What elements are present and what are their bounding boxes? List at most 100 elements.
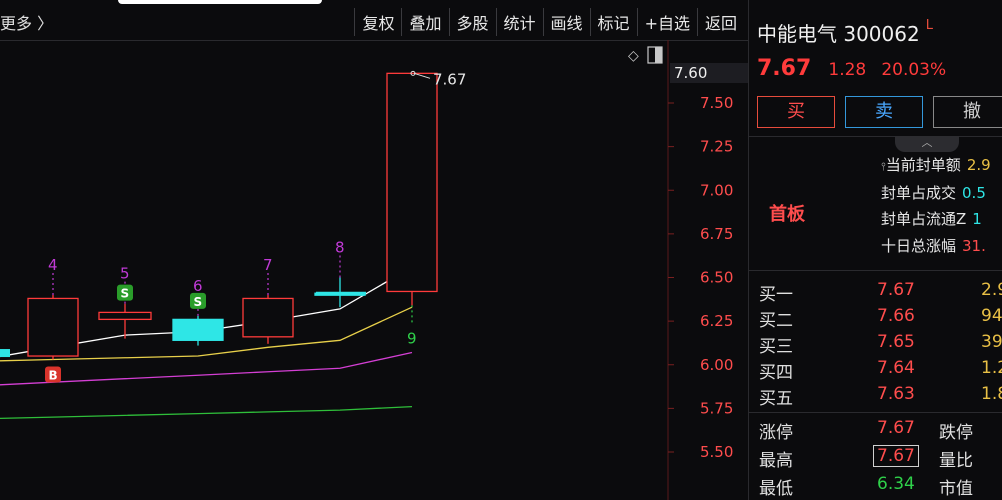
price-change: 1.28 — [828, 60, 867, 80]
bid-volume: 39.4 — [981, 332, 1002, 352]
bid-label: 买四 — [759, 363, 793, 383]
day-label: 6 — [193, 277, 203, 295]
cancel-order-button[interactable]: 撤 — [933, 96, 1002, 128]
percent-change: 20.03% — [881, 60, 947, 80]
draw-line-button[interactable]: 画线 — [542, 8, 590, 36]
y-axis-tick-label: 5.50 — [700, 443, 733, 461]
stock-name-code: 中能电气 300062 — [757, 22, 920, 46]
back-button[interactable]: 返回 — [696, 8, 744, 36]
seal-value: 0.5 — [962, 184, 986, 202]
add-watchlist-button[interactable]: +自选 — [636, 8, 697, 36]
bid-label: 买一 — [759, 285, 793, 305]
y-axis-tick-label: 7.25 — [700, 138, 733, 156]
bid-row[interactable]: 买二 7.66 94.1 — [759, 306, 1002, 331]
bid-volume: 1.2 — [981, 358, 1002, 378]
stat-label-2: 量比 — [939, 451, 973, 471]
y-axis-tick-label: 5.75 — [700, 399, 733, 417]
ma60-line — [0, 405, 413, 420]
candle-body[interactable] — [98, 311, 152, 321]
day-label: 5 — [120, 265, 130, 283]
bid-price: 7.64 — [877, 358, 915, 378]
toolbar-buttons: 复权 叠加 多股 统计 画线 标记 +自选 返回 — [354, 8, 744, 36]
y-axis-tick-label: 7.50 — [700, 94, 733, 112]
stat-label: 最低 — [759, 479, 793, 499]
bid-row[interactable]: 买一 7.67 2.9 — [759, 280, 1002, 305]
bid-price: 7.63 — [877, 384, 915, 404]
seal-value: 1 — [972, 210, 982, 228]
limit-up-row: 涨停 7.67 跌停 — [759, 418, 973, 443]
active-tab-indicator — [118, 0, 322, 4]
order-book — [749, 270, 1002, 271]
y-axis-tick-label: 6.75 — [700, 225, 733, 243]
bid-row[interactable]: 买五 7.63 1.8 — [759, 384, 1002, 409]
candle-body[interactable] — [27, 297, 79, 357]
bid-price: 7.65 — [877, 332, 915, 352]
sell-button[interactable]: 卖 — [845, 96, 923, 128]
stat-value: 6.34 — [877, 474, 915, 494]
bid-label: 买二 — [759, 311, 793, 331]
seal-label: 封单占成交 — [881, 184, 957, 202]
quote-panel: 中能电气 300062 L 7.67 1.28 20.03% 买 卖 撤 ︿ 首板… — [748, 0, 1002, 500]
seal-value: 31. — [962, 237, 986, 255]
high-annotation-label: 7.67 — [433, 70, 466, 88]
sell-signal-badge[interactable]: S — [194, 295, 203, 309]
bid-row[interactable]: 买四 7.64 1.2 — [759, 358, 1002, 383]
chart-toolbar: 更多 〉 复权 叠加 多股 统计 画线 标记 +自选 返回 — [0, 0, 748, 41]
seal-value: 2.9 — [966, 156, 991, 174]
bid-price: 7.67 — [877, 280, 915, 300]
y-axis-tick-label: 6.25 — [700, 312, 733, 330]
collapse-handle-icon[interactable]: ︿ — [895, 136, 959, 152]
stat-label: 涨停 — [759, 423, 793, 443]
sell-signal-badge[interactable]: S — [121, 287, 130, 301]
bid-label: 买三 — [759, 337, 793, 357]
bid-price: 7.66 — [877, 306, 915, 326]
y-axis-tick-label: 6.00 — [700, 356, 733, 374]
buy-button[interactable]: 买 — [757, 96, 835, 128]
diamond-icon[interactable]: ◇ — [628, 48, 639, 64]
stock-title: 中能电气 300062 L — [757, 18, 933, 47]
stat-label: 最高 — [759, 451, 793, 471]
day-label: 4 — [48, 256, 58, 274]
seal-vs-float-row: 封单占流通Z 1 — [881, 208, 982, 229]
candle-body[interactable] — [0, 349, 10, 358]
price-cursor-label: 7.60 — [674, 64, 707, 82]
ma20-line — [0, 351, 413, 386]
y-axis-tick-label: 6.50 — [700, 269, 733, 287]
candle-body[interactable] — [172, 318, 224, 341]
multi-stock-button[interactable]: 多股 — [448, 8, 496, 36]
last-price: 7.67 — [757, 56, 812, 81]
day-label: 8 — [335, 239, 345, 257]
kline-chart[interactable]: 4 5 6 7 8 9 B S S 7.67 7.50 7.25 7.00 6.75 6.50 6.25 6.… — [0, 40, 748, 500]
board-type-label: 首板 — [769, 204, 805, 225]
stat-value-box: 7.67 — [873, 445, 919, 467]
bid-label: 买五 — [759, 389, 793, 409]
seal-label: 封单占流通Z — [881, 210, 967, 228]
bid-volume: 2.9 — [981, 280, 1002, 300]
stat-value: 7.67 — [877, 418, 915, 438]
low-row: 最低 6.34 市值 — [759, 474, 973, 499]
mark-button[interactable]: 标记 — [589, 8, 637, 36]
statistics-button[interactable]: 统计 — [495, 8, 543, 36]
bid-volume: 94.1 — [981, 306, 1002, 326]
flag-badge: L — [925, 18, 933, 33]
candle-body[interactable] — [386, 72, 438, 293]
seal-amount-row: ⫯当前封单额 2.9 — [881, 154, 991, 175]
more-menu[interactable]: 更多 〉 — [0, 10, 53, 34]
overlay-button[interactable]: 叠加 — [401, 8, 448, 36]
bid-volume: 1.8 — [981, 384, 1002, 404]
day-label: 9 — [407, 329, 417, 347]
adjust-button[interactable]: 复权 — [354, 8, 401, 36]
ten-day-gain-row: 十日总涨幅 31. — [881, 235, 986, 256]
stat-value: 7.67 — [873, 445, 919, 467]
y-axis-tick-label: 7.00 — [700, 181, 733, 199]
seal-vs-turnover-row: 封单占成交 0.5 — [881, 182, 986, 203]
seal-label: 当前封单额 — [885, 156, 961, 174]
candle-body[interactable] — [242, 297, 294, 338]
stat-label-2: 市值 — [939, 479, 973, 499]
price-row: 7.67 1.28 20.03% — [757, 56, 946, 81]
stat-label-2: 跌停 — [939, 423, 973, 443]
day-label: 7 — [263, 256, 273, 274]
bid-row[interactable]: 买三 7.65 39.4 — [759, 332, 1002, 357]
seal-label: 十日总涨幅 — [881, 237, 957, 255]
buy-signal-badge[interactable]: B — [49, 369, 58, 383]
